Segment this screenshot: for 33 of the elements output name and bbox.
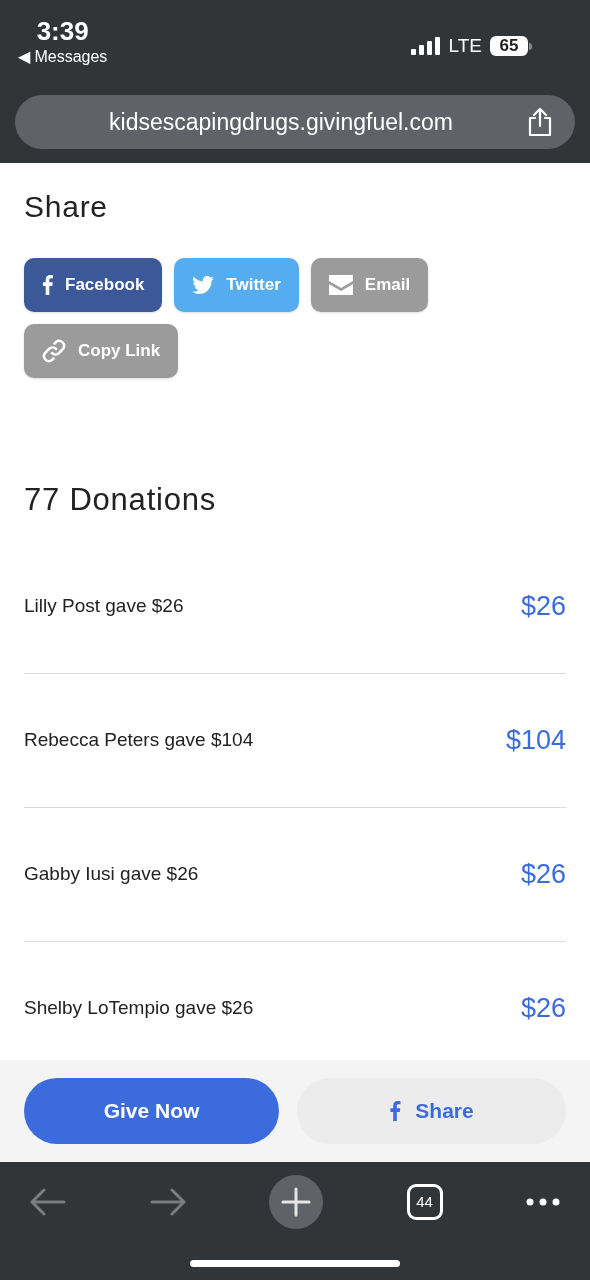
donation-text: Shelby LoTempio gave $26 [24, 996, 254, 1021]
section-heading: 77 Donations [24, 481, 217, 519]
bird-icon [192, 276, 215, 294]
back-to-app-link[interactable]: ◀ Messages [18, 47, 108, 67]
donation-text: Lilly Post gave $26 [24, 594, 184, 619]
donation-amount: $26 [520, 858, 566, 892]
copy-link-button[interactable]: Copy Link [24, 324, 179, 378]
share-icon[interactable] [527, 107, 553, 137]
facebook-share-button[interactable]: Facebook [24, 258, 163, 312]
new-tab-icon[interactable] [269, 1175, 323, 1229]
more-icon[interactable] [526, 1198, 560, 1206]
facebook-icon [389, 1101, 402, 1121]
donation-text: Rebecca Peters gave $104 [24, 728, 254, 753]
give-now-button[interactable]: Give Now [24, 1078, 279, 1144]
forward-arrow-icon[interactable] [149, 1188, 186, 1216]
address-bar[interactable]: kidsescapingdrugs.givingfuel.com [15, 95, 575, 149]
share-button[interactable]: Share [297, 1078, 566, 1144]
donation-amount: $26 [520, 590, 566, 624]
donation-text: Gabby Iusi gave $26 [24, 862, 199, 887]
battery-indicator: 65 [490, 36, 532, 57]
facebook-icon [42, 275, 53, 295]
envelope-icon [328, 275, 353, 295]
section-heading: Share [24, 189, 109, 225]
link-icon [42, 339, 66, 363]
back-arrow-icon[interactable] [30, 1188, 66, 1216]
signal-icon [410, 37, 441, 56]
email-share-button[interactable]: Email [310, 258, 429, 312]
donation-amount: $104 [505, 724, 566, 758]
network-label: LTE [448, 34, 482, 58]
status-time: 3:39 [36, 15, 89, 47]
donation-amount: $26 [520, 992, 566, 1026]
twitter-share-button[interactable]: Twitter [174, 258, 299, 312]
tab-count-button[interactable]: 44 [406, 1184, 443, 1220]
